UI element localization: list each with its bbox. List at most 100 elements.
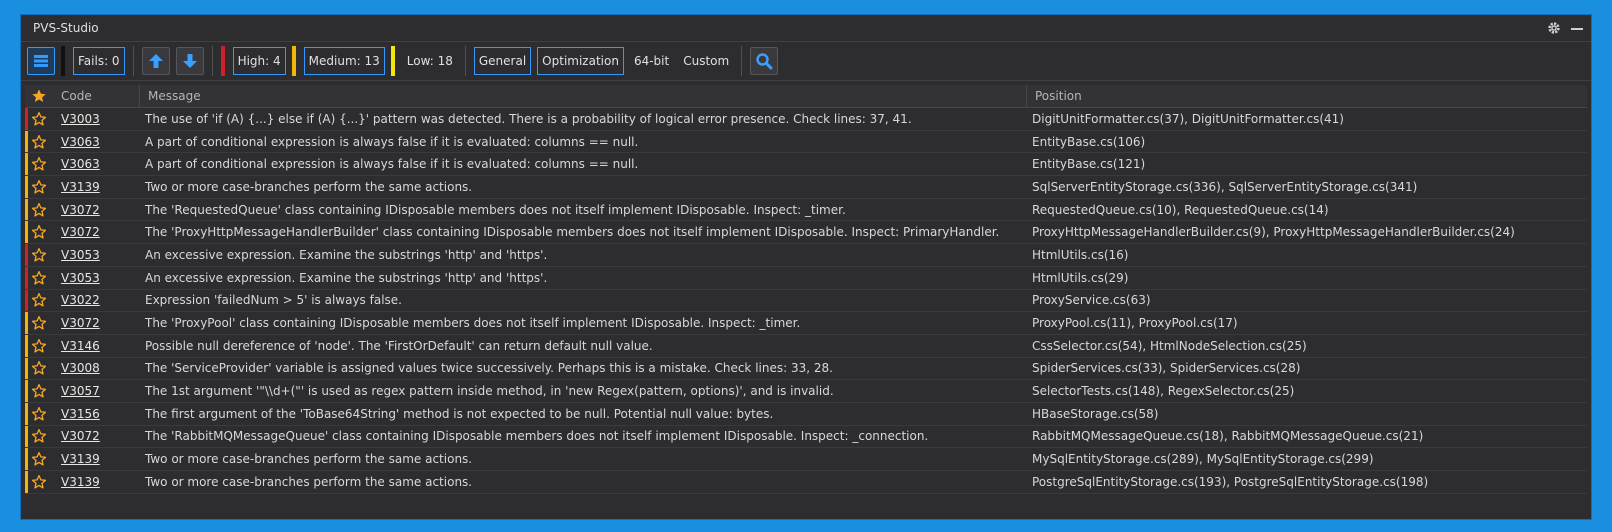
table-row[interactable]: V3072 The 'RabbitMQMessageQueue' class co… <box>25 425 1587 449</box>
level-indicator <box>25 130 28 153</box>
position-cell[interactable]: SelectorTests.cs(148), RegexSelector.cs(… <box>1026 384 1587 398</box>
favorite-toggle[interactable] <box>25 360 53 376</box>
table-row[interactable]: V3072 The 'ProxyPool' class containing ID… <box>25 312 1587 335</box>
position-cell[interactable]: RabbitMQMessageQueue.cs(18), RabbitMQMes… <box>1026 429 1587 443</box>
favorite-toggle[interactable] <box>25 338 53 354</box>
code-link[interactable]: V3057 <box>53 384 139 398</box>
table-row[interactable]: V3053 An excessive expression. Examine th… <box>25 244 1587 267</box>
optimization-filter-button[interactable]: Optimization <box>537 47 624 75</box>
gear-icon[interactable] <box>1547 21 1561 35</box>
position-cell[interactable]: ProxyPool.cs(11), ProxyPool.cs(17) <box>1026 316 1587 330</box>
table-row[interactable]: V3146 Possible null dereference of 'node'… <box>25 334 1587 358</box>
position-cell[interactable]: HBaseStorage.cs(58) <box>1026 407 1587 421</box>
custom-filter-button[interactable]: Custom <box>679 47 733 75</box>
table-row[interactable]: V3139 Two or more case-branches perform t… <box>25 471 1587 494</box>
code-link[interactable]: V3008 <box>53 361 139 375</box>
position-cell[interactable]: ProxyService.cs(63) <box>1026 293 1587 307</box>
table-row[interactable]: V3156 The first argument of the 'ToBase64… <box>25 402 1587 426</box>
table-row[interactable]: V3139 Two or more case-branches perform t… <box>25 448 1587 471</box>
favorite-toggle[interactable] <box>25 451 53 467</box>
favorite-toggle[interactable] <box>25 406 53 422</box>
favorite-toggle[interactable] <box>25 247 53 263</box>
general-filter-button[interactable]: General <box>473 47 532 75</box>
favorite-toggle[interactable] <box>25 111 53 127</box>
position-cell[interactable]: RequestedQueue.cs(10), RequestedQueue.cs… <box>1026 203 1587 217</box>
favorite-toggle[interactable] <box>25 179 53 195</box>
table-row[interactable]: V3063 A part of conditional expression is… <box>25 153 1587 177</box>
arrow-up-icon <box>148 54 163 68</box>
favorite-toggle[interactable] <box>25 134 53 150</box>
favorite-column-header[interactable] <box>25 88 53 104</box>
table-row[interactable]: V3022 Expression 'failedNum > 5' is alway… <box>25 289 1587 313</box>
code-link[interactable]: V3053 <box>53 271 139 285</box>
table-row[interactable]: V3072 The 'RequestedQueue' class containi… <box>25 198 1587 222</box>
favorite-toggle[interactable] <box>25 383 53 399</box>
position-cell[interactable]: MySqlEntityStorage.cs(289), MySqlEntityS… <box>1026 452 1587 466</box>
fails-filter-button[interactable]: Fails: 0 <box>73 47 125 75</box>
code-link[interactable]: V3139 <box>53 452 139 466</box>
menu-button[interactable] <box>27 47 55 75</box>
favorite-toggle[interactable] <box>25 156 53 172</box>
favorite-toggle[interactable] <box>25 224 53 240</box>
previous-message-button[interactable] <box>141 47 170 75</box>
message-cell: A part of conditional expression is alwa… <box>145 157 639 172</box>
position-cell[interactable]: PostgreSqlEntityStorage.cs(193), Postgre… <box>1026 475 1587 489</box>
level-indicator <box>25 334 28 357</box>
code-link[interactable]: V3072 <box>53 203 139 217</box>
separator <box>464 46 466 76</box>
favorite-toggle[interactable] <box>25 202 53 218</box>
medium-marker <box>291 46 296 76</box>
code-link[interactable]: V3072 <box>53 225 139 239</box>
position-column-header[interactable]: Position <box>1026 85 1587 107</box>
position-cell[interactable]: SqlServerEntityStorage.cs(336), SqlServe… <box>1026 180 1587 194</box>
position-cell[interactable]: EntityBase.cs(121) <box>1026 157 1587 171</box>
position-cell[interactable]: DigitUnitFormatter.cs(37), DigitUnitForm… <box>1026 112 1587 126</box>
high-filter-button[interactable]: High: 4 <box>232 47 286 75</box>
code-link[interactable]: V3003 <box>53 112 139 126</box>
code-link[interactable]: V3072 <box>53 429 139 443</box>
position-cell[interactable]: CssSelector.cs(54), HtmlNodeSelection.cs… <box>1026 339 1587 353</box>
code-link[interactable]: V3053 <box>53 248 139 262</box>
table-row[interactable]: V3072 The 'ProxyHttpMessageHandlerBuilder… <box>25 221 1587 245</box>
code-link[interactable]: V3072 <box>53 316 139 330</box>
code-link[interactable]: V3022 <box>53 293 139 307</box>
favorite-toggle[interactable] <box>25 292 53 308</box>
code-link[interactable]: V3139 <box>53 475 139 489</box>
position-cell[interactable]: ProxyHttpMessageHandlerBuilder.cs(9), Pr… <box>1026 225 1587 239</box>
code-link[interactable]: V3146 <box>53 339 139 353</box>
medium-filter-button[interactable]: Medium: 13 <box>303 47 385 75</box>
position-cell[interactable]: SpiderServices.cs(33), SpiderServices.cs… <box>1026 361 1587 375</box>
minimize-icon[interactable] <box>1571 28 1583 30</box>
favorite-toggle[interactable] <box>25 315 53 331</box>
search-button[interactable] <box>750 47 779 75</box>
position-cell[interactable]: HtmlUtils.cs(16) <box>1026 248 1587 262</box>
table-row[interactable]: V3003 The use of 'if (A) {...} else if (A… <box>25 108 1587 131</box>
message-column-header[interactable]: Message <box>139 85 1026 107</box>
message-cell: Expression 'failedNum > 5' is always fal… <box>145 293 402 308</box>
favorite-toggle[interactable] <box>25 428 53 444</box>
table-row[interactable]: V3057 The 1st argument '"\\d+("' is used … <box>25 380 1587 403</box>
message-cell: The first argument of the 'ToBase64Strin… <box>145 406 774 421</box>
favorite-toggle[interactable] <box>25 270 53 286</box>
code-link[interactable]: V3139 <box>53 180 139 194</box>
fails-label: Fails: 0 <box>78 54 120 68</box>
arrow-down-icon <box>182 54 197 68</box>
table-row[interactable]: V3053 An excessive expression. Examine th… <box>25 266 1587 290</box>
code-link[interactable]: V3063 <box>53 135 139 149</box>
message-cell: The 'RequestedQueue' class containing ID… <box>145 202 846 217</box>
list-icon <box>34 55 48 67</box>
low-filter-button[interactable]: Low: 18 <box>403 47 457 75</box>
code-column-header[interactable]: Code <box>53 85 139 107</box>
position-cell[interactable]: EntityBase.cs(106) <box>1026 135 1587 149</box>
64bit-filter-button[interactable]: 64-bit <box>630 47 673 75</box>
table-row[interactable]: V3063 A part of conditional expression is… <box>25 130 1587 154</box>
table-row[interactable]: V3008 The 'ServiceProvider' variable is a… <box>25 357 1587 381</box>
position-cell[interactable]: HtmlUtils.cs(29) <box>1026 271 1587 285</box>
next-message-button[interactable] <box>175 47 204 75</box>
favorite-toggle[interactable] <box>25 474 53 490</box>
grid-header: Code Message Position <box>25 85 1587 108</box>
code-link[interactable]: V3156 <box>53 407 139 421</box>
code-link[interactable]: V3063 <box>53 157 139 171</box>
table-row[interactable]: V3139 Two or more case-branches perform t… <box>25 176 1587 199</box>
level-indicator <box>25 198 28 221</box>
